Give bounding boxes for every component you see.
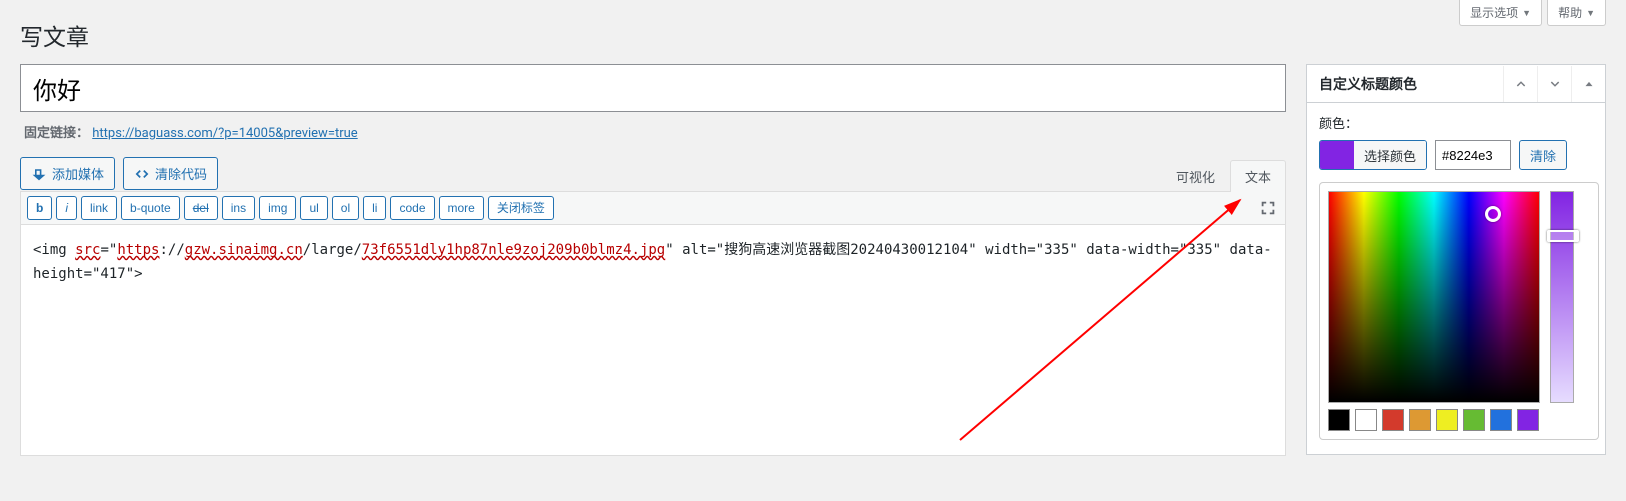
add-media-button[interactable]: 添加媒体 [20,157,115,190]
qt-bold-button[interactable]: b [27,196,52,220]
screen-options-button[interactable]: 显示选项 ▼ [1459,0,1542,26]
preset-white[interactable] [1355,409,1377,431]
color-saturation-area[interactable] [1328,191,1540,403]
help-button[interactable]: 帮助 ▼ [1547,0,1606,26]
code-icon [134,166,150,182]
clear-code-button[interactable]: 清除代码 [123,157,218,190]
current-color-swatch [1320,141,1354,169]
qt-ul-button[interactable]: ul [300,196,327,220]
chevron-up-icon [1514,77,1528,91]
media-icon [31,166,47,182]
qt-code-button[interactable]: code [390,196,434,220]
add-media-label: 添加媒体 [52,164,104,183]
editor-box: b i link b-quote del ins img ul ol li co… [20,191,1286,456]
panel-move-down-button[interactable] [1537,66,1571,102]
permalink-link[interactable]: https://baguass.com/?p=14005&preview=tru… [92,126,357,141]
preset-purple[interactable] [1517,409,1539,431]
caret-down-icon: ▼ [1522,8,1531,18]
qt-blockquote-button[interactable]: b-quote [121,196,180,220]
content-textarea[interactable]: <img src="https://gzw.sinaimg.cn/large/7… [21,225,1285,455]
qt-ins-button[interactable]: ins [222,196,255,220]
preset-yellow[interactable] [1436,409,1458,431]
chevron-down-icon [1548,77,1562,91]
panel-move-up-button[interactable] [1503,66,1537,102]
quicktags-toolbar: b i link b-quote del ins img ul ol li co… [21,192,1285,225]
choose-color-button[interactable]: 选择颜色 [1319,140,1427,170]
caret-up-icon [1582,77,1596,91]
panel-toggle-button[interactable] [1571,66,1605,102]
qt-link-button[interactable]: link [81,196,117,220]
fullscreen-icon[interactable] [1257,197,1279,219]
panel-title: 自定义标题颜色 [1319,74,1503,94]
clear-code-label: 清除代码 [155,164,207,183]
qt-img-button[interactable]: img [259,196,296,220]
preset-orange[interactable] [1409,409,1431,431]
color-field-label: 颜色： [1319,113,1593,132]
preset-black[interactable] [1328,409,1350,431]
custom-title-color-panel: 自定义标题颜色 颜色： 选择 [1306,64,1606,455]
qt-italic-button[interactable]: i [56,196,77,220]
color-picker [1319,182,1599,440]
post-title-input[interactable] [20,64,1286,112]
preset-red[interactable] [1382,409,1404,431]
caret-down-icon: ▼ [1586,8,1595,18]
help-label: 帮助 [1558,4,1582,21]
preset-green[interactable] [1463,409,1485,431]
page-title: 写文章 [20,0,1606,64]
permalink-label: 固定链接： [24,126,89,141]
hex-color-input[interactable] [1435,140,1511,170]
qt-more-button[interactable]: more [439,196,484,220]
hue-thumb[interactable] [1547,230,1579,242]
tab-text[interactable]: 文本 [1230,160,1286,192]
color-presets [1328,409,1590,431]
color-hue-slider[interactable] [1550,191,1574,403]
screen-options-label: 显示选项 [1470,4,1518,21]
permalink-row: 固定链接： https://baguass.com/?p=14005&previ… [24,122,1286,141]
clear-color-button[interactable]: 清除 [1519,140,1567,170]
qt-li-button[interactable]: li [363,196,386,220]
color-sv-cursor[interactable] [1485,206,1501,222]
qt-ol-button[interactable]: ol [332,196,359,220]
choose-color-label: 选择颜色 [1354,141,1426,169]
tab-visual[interactable]: 可视化 [1161,160,1230,192]
qt-del-button[interactable]: del [184,196,218,220]
preset-blue[interactable] [1490,409,1512,431]
qt-close-tags-button[interactable]: 关闭标签 [488,196,554,220]
